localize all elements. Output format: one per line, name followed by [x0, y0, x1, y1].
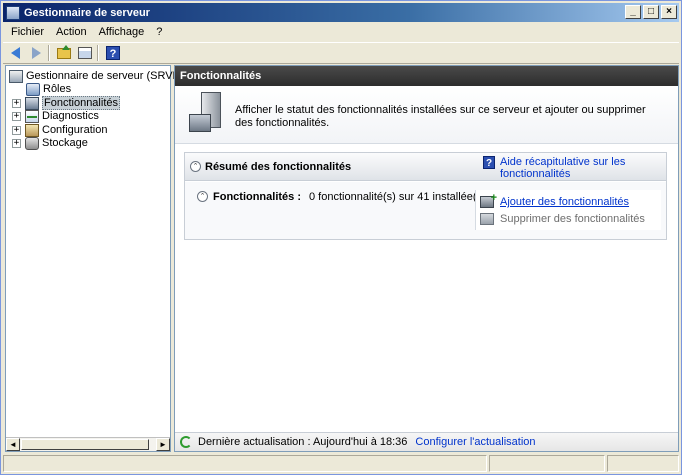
server-icon [9, 69, 23, 83]
intro-banner: Afficher le statut des fonctionnalités i… [175, 86, 678, 144]
window-controls: _ □ × [625, 5, 677, 19]
add-features-action[interactable]: Ajouter des fonctionnalités [480, 192, 629, 209]
expand-toggle[interactable]: + [12, 111, 21, 121]
summary-help-link[interactable]: Aide récapitulative sur les fonctionnali… [500, 156, 660, 180]
menu-bar: Fichier Action Affichage ? [3, 23, 679, 41]
app-window: Gestionnaire de serveur _ □ × Fichier Ac… [0, 0, 682, 475]
collapse-section-icon[interactable]: ⌃ [190, 161, 201, 172]
configuration-icon [25, 123, 39, 137]
help-icon: ? [483, 156, 495, 169]
refresh-icon[interactable] [180, 436, 192, 448]
remove-features-action[interactable]: Supprimer des fonctionnalités [480, 212, 645, 226]
diagnostics-icon [25, 109, 39, 123]
summary-title: Résumé des fonctionnalités [205, 161, 352, 173]
toolbar-separator [97, 45, 98, 61]
features-icon [25, 96, 39, 110]
window-title: Gestionnaire de serveur [24, 6, 150, 19]
configure-refresh-link[interactable]: Configurer l'actualisation [415, 436, 535, 448]
menu-action[interactable]: Action [50, 26, 93, 38]
title-bar[interactable]: Gestionnaire de serveur _ □ × [3, 3, 679, 22]
tree-item-label: Fonctionnalités [42, 96, 120, 110]
summary-header[interactable]: ⌃ Résumé des fonctionnalités ? Aide réca… [185, 153, 666, 181]
scroll-right-button[interactable]: ► [156, 438, 170, 451]
status-cell [3, 455, 487, 472]
scroll-left-button[interactable]: ◄ [6, 438, 20, 451]
status-cell [607, 455, 679, 472]
tree-item-diagnostics[interactable]: + Diagnostics [12, 109, 99, 123]
expand-toggle[interactable]: + [12, 125, 21, 135]
details-pane: Fonctionnalités Afficher le statut des f… [174, 65, 679, 452]
up-folder-icon [57, 44, 71, 59]
help-icon: ? [106, 46, 120, 60]
features-label: Fonctionnalités : [213, 191, 301, 203]
pane-title: Fonctionnalités [175, 66, 678, 86]
status-cell [489, 455, 605, 472]
tree-item-roles[interactable]: Rôles [26, 82, 71, 96]
menu-file[interactable]: Fichier [3, 26, 50, 38]
expand-toggle[interactable]: + [12, 138, 21, 148]
collapse-features-icon[interactable]: ⌃ [197, 191, 208, 202]
minimize-button[interactable]: _ [625, 5, 641, 19]
features-summary-section: ⌃ Résumé des fonctionnalités ? Aide réca… [184, 152, 667, 240]
menu-view[interactable]: Affichage [93, 26, 151, 38]
forward-arrow-icon [31, 47, 41, 59]
close-button[interactable]: × [661, 5, 677, 19]
help-button[interactable]: ? [104, 44, 122, 62]
scroll-thumb[interactable] [21, 439, 149, 450]
server-manager-icon [6, 5, 20, 20]
storage-icon [25, 136, 39, 150]
tree-item-storage[interactable]: + Stockage [12, 136, 88, 150]
tree-item-label: Rôles [43, 83, 72, 95]
features-server-icon [187, 92, 225, 136]
intro-text: Afficher le statut des fonctionnalités i… [235, 104, 646, 129]
last-refresh-text: Dernière actualisation : Aujourd'hui à 1… [198, 436, 408, 448]
refresh-bar: Dernière actualisation : Aujourd'hui à 1… [175, 432, 678, 451]
back-arrow-icon [10, 47, 20, 59]
toolbar-separator [48, 45, 49, 61]
maximize-button[interactable]: □ [643, 5, 659, 19]
console-tree: Gestionnaire de serveur (SRVFRDEI Rôles … [5, 65, 206, 452]
expand-toggle[interactable]: + [12, 98, 21, 108]
status-bar [3, 454, 679, 473]
features-actions: Ajouter des fonctionnalités Supprimer de… [475, 190, 661, 230]
back-button[interactable] [6, 44, 24, 62]
remove-features-icon [480, 213, 494, 225]
show-hide-pane-icon [78, 47, 92, 59]
add-features-link[interactable]: Ajouter des fonctionnalités [500, 196, 629, 208]
features-count: 0 fonctionnalité(s) sur 41 installée(s) [309, 191, 486, 203]
tree-item-label: Configuration [42, 124, 108, 136]
toolbar: ? [3, 42, 679, 64]
roles-icon [26, 82, 40, 96]
tree-horizontal-scrollbar[interactable]: ◄ ► [6, 437, 170, 451]
show-hide-tree-button[interactable] [76, 44, 94, 62]
tree-item-configuration[interactable]: + Configuration [12, 123, 107, 137]
up-one-level-button[interactable] [55, 44, 73, 62]
menu-help[interactable]: ? [150, 26, 168, 38]
forward-button[interactable] [27, 44, 45, 62]
tree-item-label: Stockage [42, 137, 88, 149]
add-features-icon [480, 192, 497, 208]
tree-item-label: Diagnostics [42, 110, 99, 122]
remove-features-link[interactable]: Supprimer des fonctionnalités [500, 213, 645, 225]
tree-item-features[interactable]: + Fonctionnalités [12, 96, 120, 110]
summary-body: ⌃ Fonctionnalités : 0 fonctionnalité(s) … [185, 182, 666, 239]
